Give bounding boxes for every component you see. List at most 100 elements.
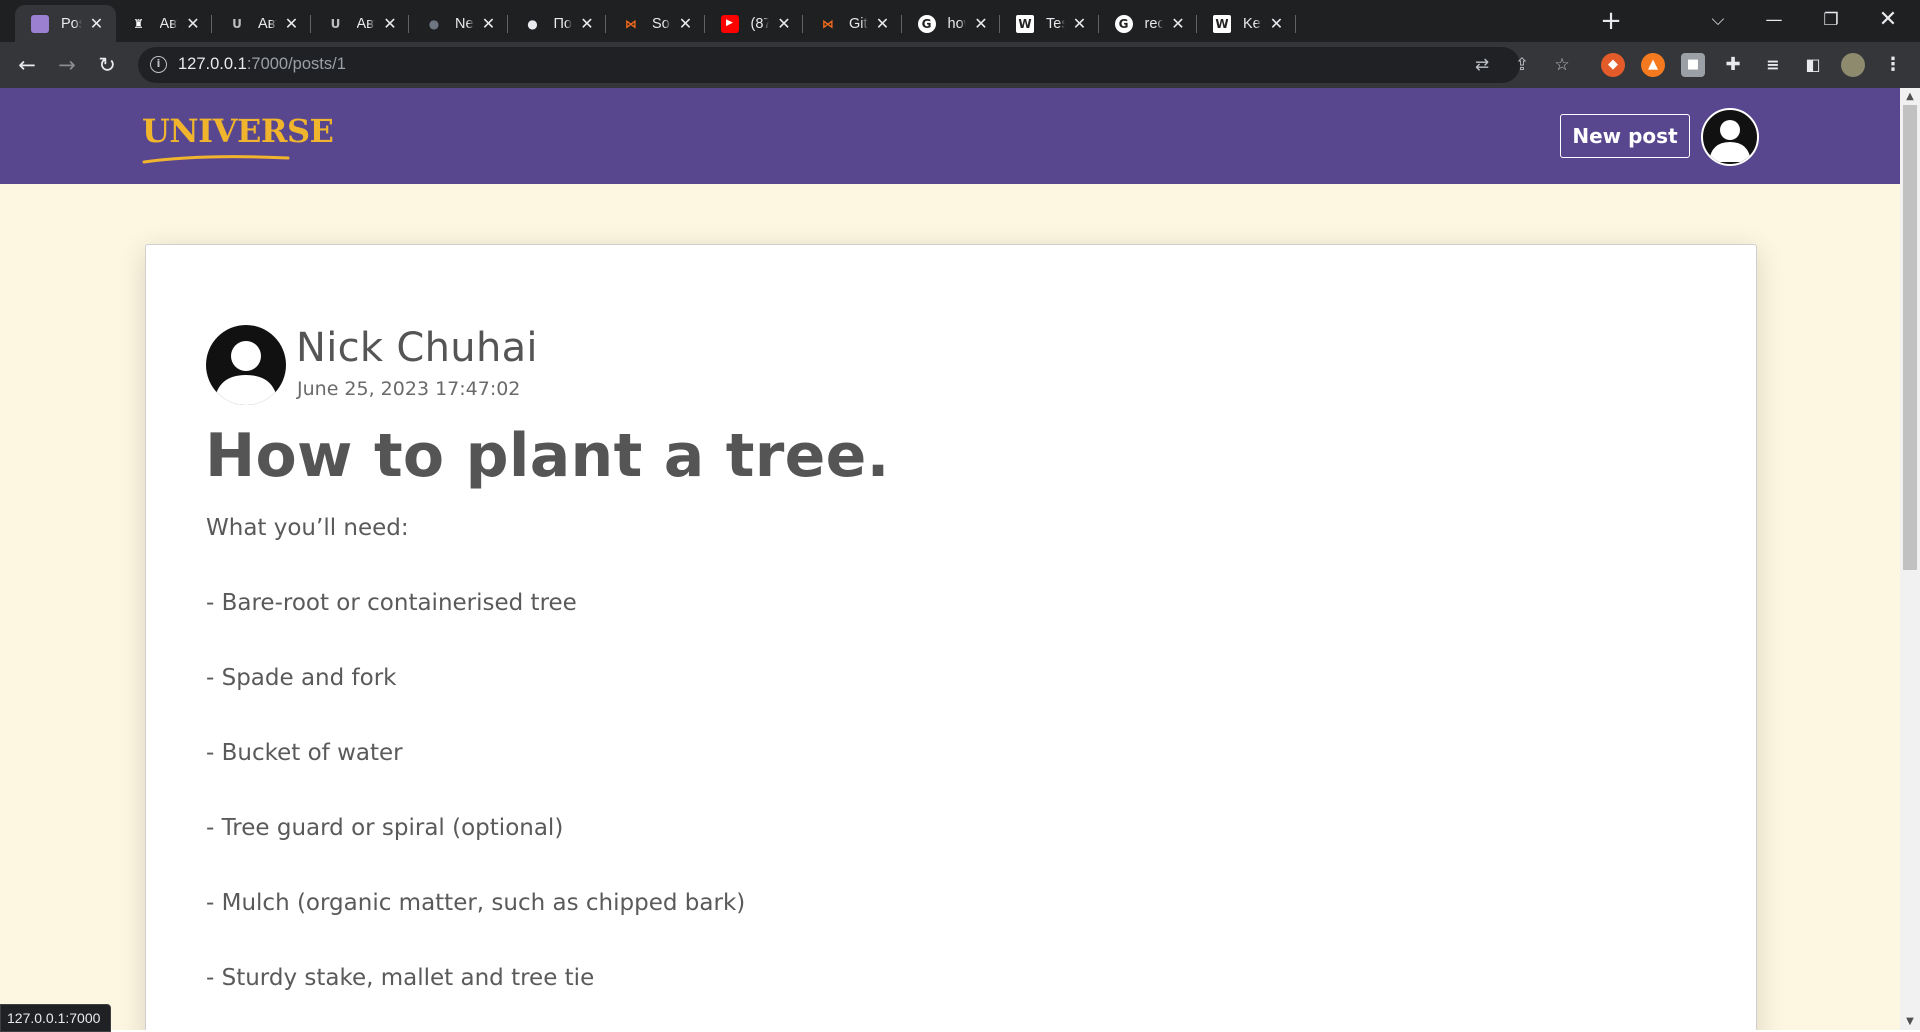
browser-toolbar: ← → ↻ i 127.0.0.1:7000/posts/1 ⇄ ⇪ ☆ ◆ ▲… (0, 42, 1920, 88)
extension-b-icon[interactable]: ■ (1681, 53, 1705, 77)
tab-close-icon[interactable]: ✕ (1169, 14, 1187, 34)
tab-close-icon[interactable]: ✕ (184, 14, 202, 34)
github-icon: ● (527, 16, 538, 31)
tab-title: Solved (652, 15, 671, 32)
ingredient-item: - Tree guard or spiral (optional) (206, 815, 564, 841)
side-panel-icon[interactable]: ◧ (1801, 53, 1825, 77)
browser-tab[interactable]: U Автом ✕ (212, 5, 311, 42)
page-viewport: UNIVERSE New post Nick Chuhai June 25, 2… (0, 88, 1920, 1030)
status-url-bubble: 127.0.0.1:7000 (0, 1004, 112, 1032)
share-icon[interactable]: ⇪ (1510, 53, 1534, 77)
page-scrollbar[interactable]: ▲ ▼ (1900, 88, 1920, 1030)
post-body: What you’ll need: - Bare-root or containe… (206, 513, 745, 1030)
reload-button[interactable]: ↻ (91, 49, 123, 81)
browser-tabstrip: Post | ✕ ♜ Автом ✕ U Автом ✕ U Автом ✕ ● New F ✕ ● Поис… (0, 0, 1920, 42)
tab-title: Поиск (553, 15, 573, 32)
tab-close-icon[interactable]: ✕ (578, 14, 596, 34)
github-icon: ● (428, 16, 440, 31)
media-controls-icon[interactable]: ≡ (1761, 53, 1785, 77)
google-icon: G (917, 14, 936, 33)
bookmark-star-icon[interactable]: ☆ (1550, 53, 1574, 77)
scroll-down-arrow[interactable]: ▼ (1900, 1013, 1920, 1030)
browser-tab[interactable]: ▶ (878) I ✕ (705, 5, 803, 42)
tab-close-icon[interactable]: ✕ (972, 14, 990, 34)
universe-logo[interactable]: UNIVERSE (142, 108, 334, 168)
browser-tab[interactable]: ● Поиск ✕ (508, 5, 606, 42)
tab-close-icon[interactable]: ✕ (1071, 14, 1089, 34)
tab-separator (1294, 15, 1296, 33)
tab-close-icon[interactable]: ✕ (874, 14, 892, 34)
address-bar[interactable]: i 127.0.0.1:7000/posts/1 ⇄ ⇪ ☆ (138, 47, 1570, 83)
back-button[interactable]: ← (11, 49, 43, 81)
post-card: Nick Chuhai June 25, 2023 17:47:02 How t… (145, 244, 1757, 1030)
minimize-button[interactable]: — (1746, 0, 1802, 42)
browser-tab[interactable]: W TestCo ✕ (1000, 5, 1099, 42)
browser-tab[interactable]: ⋈ GitHub ✕ (803, 5, 902, 42)
browser-menu-icon[interactable]: ⋮ (1881, 53, 1905, 77)
tab-title: New F (455, 15, 474, 32)
youtube-icon: ▶ (720, 14, 739, 33)
url-path: :7000/posts/1 (246, 55, 346, 73)
tab-title: Автом (356, 15, 376, 32)
tab-close-icon[interactable]: ✕ (677, 14, 695, 34)
wikipedia-icon: W (1213, 14, 1231, 33)
browser-tab[interactable]: ⋈ Solved ✕ (606, 5, 705, 42)
tab-title: Keywo (1243, 15, 1262, 32)
tab-close-icon[interactable]: ✕ (775, 14, 793, 34)
ums-crest-icon: ♜ (133, 16, 144, 31)
ums-logo-icon: U (330, 16, 341, 31)
google-icon: G (1114, 14, 1133, 33)
post-date: June 25, 2023 17:47:02 (297, 378, 521, 400)
new-post-button[interactable]: New post (1560, 114, 1690, 158)
tab-title: TestCo (1046, 15, 1065, 32)
wikipedia-icon: W (1016, 14, 1034, 33)
tab-title: record (1144, 15, 1164, 32)
tab-close-icon[interactable]: ✕ (1268, 14, 1286, 34)
ingredient-item: - Sturdy stake, mallet and tree tie (206, 965, 595, 991)
site-info-icon[interactable]: i (150, 56, 167, 73)
tab-search-button[interactable]: ⌵ (1690, 0, 1746, 42)
browser-tab[interactable]: Grecord ✕ (1099, 5, 1197, 42)
tab-title: Автом (258, 15, 277, 32)
tab-title: (878) I (750, 15, 770, 32)
ingredient-item: - Bucket of water (206, 740, 403, 766)
tab-close-icon[interactable]: ✕ (88, 14, 106, 34)
extensions-puzzle-icon[interactable]: ✚ (1721, 53, 1745, 77)
tab-title: GitHub (849, 15, 868, 32)
url-host: 127.0.0.1 (178, 55, 247, 73)
browser-tab[interactable]: U Автом ✕ (311, 5, 409, 42)
user-avatar-icon[interactable] (1701, 108, 1759, 166)
browser-tab[interactable]: Post | ✕ (15, 5, 116, 42)
browser-tab[interactable]: Ghow to ✕ (902, 5, 1000, 42)
post-title: How to plant a tree. (205, 421, 890, 491)
translate-icon[interactable]: ⇄ (1470, 53, 1494, 77)
tab-close-icon[interactable]: ✕ (480, 14, 498, 34)
site-header: UNIVERSE New post (0, 88, 1900, 184)
browser-tab[interactable]: ♜ Автом ✕ (114, 5, 212, 42)
forward-button[interactable]: → (51, 49, 83, 81)
ingredient-item: - Bare-root or containerised tree (206, 590, 577, 616)
tab-close-icon[interactable]: ✕ (283, 14, 301, 34)
logo-swoosh-icon (142, 155, 290, 164)
close-window-button[interactable]: ✕ (1860, 0, 1916, 42)
author-name[interactable]: Nick Chuhai (296, 325, 538, 371)
ums-logo-icon: U (232, 16, 242, 31)
codewars-icon: ⋈ (625, 16, 637, 31)
tab-title: Автом (159, 15, 179, 32)
tab-title: Post | (61, 15, 82, 32)
scrollbar-thumb[interactable] (1903, 105, 1917, 570)
browser-tab[interactable]: ● New F ✕ (409, 5, 508, 42)
profile-avatar-icon[interactable] (1841, 53, 1865, 77)
scroll-up-arrow[interactable]: ▲ (1900, 88, 1920, 105)
ingredient-item: - Spade and fork (206, 665, 397, 691)
brave-shield-icon[interactable]: ◆ (1601, 53, 1625, 77)
new-tab-button[interactable]: + (1596, 6, 1626, 36)
url-text[interactable]: 127.0.0.1:7000/posts/1 (178, 55, 346, 74)
restore-button[interactable]: ❐ (1803, 0, 1859, 42)
logo-text: UNIVERSE (142, 112, 334, 150)
extension-a-icon[interactable]: ▲ (1641, 53, 1665, 77)
codewars-icon: ⋈ (822, 16, 834, 31)
browser-tab[interactable]: W Keywo ✕ (1197, 5, 1296, 42)
author-avatar-icon[interactable] (206, 325, 286, 405)
tab-close-icon[interactable]: ✕ (381, 14, 399, 34)
